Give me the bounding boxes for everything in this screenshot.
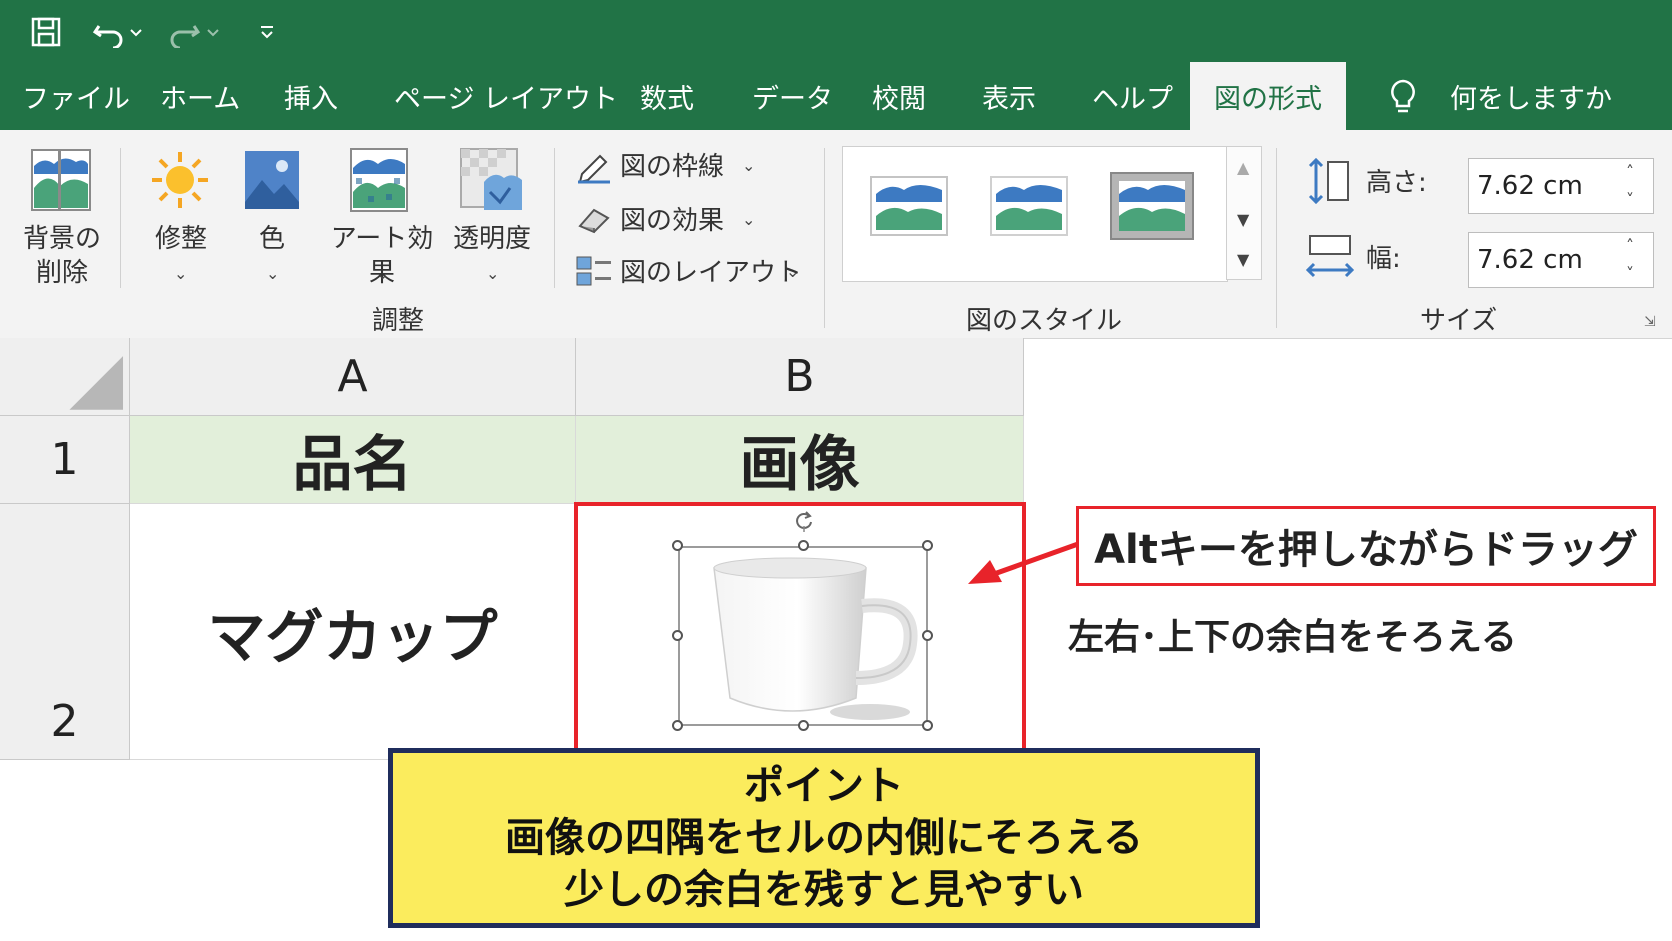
- corrections-label[interactable]: 修整: [140, 222, 222, 256]
- mug-image: [713, 557, 918, 720]
- point-title: ポイント: [744, 763, 904, 809]
- resize-handle[interactable]: [922, 540, 933, 551]
- customize-qat-icon[interactable]: [252, 10, 282, 54]
- ribbon-tab-bar: [0, 0, 1672, 130]
- resize-handle[interactable]: [798, 540, 809, 551]
- picture-layout-icon[interactable]: [576, 256, 612, 290]
- cell-b1[interactable]: 画像: [576, 416, 1024, 504]
- resize-handle[interactable]: [798, 720, 809, 731]
- chevron-down-icon[interactable]: ⌄: [266, 264, 279, 283]
- resize-handle[interactable]: [672, 630, 683, 641]
- tab-file[interactable]: ファイル: [22, 70, 130, 122]
- tab-review[interactable]: 校閲: [872, 70, 926, 122]
- gallery-up-icon[interactable]: ▲: [1237, 158, 1249, 177]
- remove-background-label-1: 背景の: [22, 224, 101, 254]
- height-icon: [1306, 157, 1352, 208]
- point-box: ポイント 画像の四隅をセルの内側にそろえる 少しの余白を残すと見やすい: [388, 748, 1260, 928]
- chevron-down-icon[interactable]: ⌄: [742, 210, 755, 229]
- select-all-corner[interactable]: [0, 338, 130, 416]
- width-label: 幅:: [1366, 244, 1401, 274]
- tab-data[interactable]: データ: [752, 70, 833, 122]
- gallery-down-icon[interactable]: ▼: [1237, 210, 1249, 229]
- style-preset-simple[interactable]: [870, 176, 948, 240]
- tab-page-layout[interactable]: ページ レイアウト: [394, 70, 618, 122]
- column-header-a[interactable]: A: [130, 338, 576, 416]
- undo-icon[interactable]: [88, 10, 148, 54]
- resize-handle[interactable]: [672, 540, 683, 551]
- pencil-border-icon[interactable]: [576, 150, 612, 188]
- separator: [554, 148, 555, 288]
- height-label: 高さ:: [1366, 168, 1427, 198]
- separator: [824, 148, 825, 328]
- style-preset-soft[interactable]: [990, 176, 1068, 240]
- tab-view[interactable]: 表示: [982, 70, 1036, 122]
- picture-layout-label[interactable]: 図のレイアウト: [620, 256, 802, 290]
- chevron-down-icon[interactable]: ⌄: [486, 264, 499, 283]
- redo-icon[interactable]: [165, 10, 225, 54]
- adjust-group-label: 調整: [372, 306, 425, 336]
- mug-picture[interactable]: [678, 546, 928, 726]
- drag-callout: Altキーを押しながらドラッグ: [1076, 506, 1656, 586]
- height-spinner-icon[interactable]: ˄ ˅: [1626, 158, 1634, 214]
- separator: [1276, 148, 1277, 328]
- tab-formulas[interactable]: 数式: [640, 70, 694, 122]
- point-line-1: 画像の四隅をセルの内側にそろえる: [505, 815, 1143, 861]
- rotate-handle-icon[interactable]: [794, 510, 814, 536]
- width-value: 7.62 cm: [1477, 245, 1583, 275]
- row-header-1[interactable]: 1: [0, 416, 130, 504]
- tell-me-search[interactable]: 何をしますか: [1450, 70, 1612, 122]
- remove-background-icon[interactable]: [30, 148, 92, 216]
- tab-insert[interactable]: 挿入: [284, 70, 338, 122]
- row-header-2[interactable]: 2: [0, 504, 130, 760]
- resize-handle[interactable]: [922, 630, 933, 641]
- tab-home[interactable]: ホーム: [160, 70, 240, 122]
- color-picture-icon[interactable]: [244, 150, 300, 214]
- corrections-sun-icon[interactable]: [150, 150, 210, 214]
- chevron-down-icon[interactable]: ⌄: [742, 156, 755, 175]
- color-label[interactable]: 色: [234, 222, 310, 256]
- style-preset-framed[interactable]: [1110, 172, 1194, 244]
- transparency-label[interactable]: 透明度: [448, 222, 536, 256]
- width-icon: [1305, 234, 1355, 284]
- resize-handle[interactable]: [672, 720, 683, 731]
- resize-handle[interactable]: [922, 720, 933, 731]
- gallery-more-icon[interactable]: ▼: [1237, 250, 1249, 269]
- tab-help[interactable]: ヘルプ: [1092, 70, 1173, 122]
- chevron-down-icon[interactable]: ⌄: [786, 262, 799, 281]
- tab-picture-format[interactable]: 図の形式: [1190, 62, 1346, 130]
- height-value: 7.62 cm: [1477, 171, 1583, 201]
- column-header-b[interactable]: B: [576, 338, 1024, 416]
- picture-border-label[interactable]: 図の枠線: [620, 150, 724, 184]
- chevron-down-icon[interactable]: ⌄: [174, 264, 187, 283]
- width-spinner-icon[interactable]: ˄ ˅: [1626, 232, 1634, 288]
- size-dialog-launcher-icon[interactable]: ⇲: [1644, 314, 1656, 330]
- picture-styles-group-label: 図のスタイル: [966, 306, 1123, 336]
- picture-effects-label[interactable]: 図の効果: [620, 204, 724, 238]
- size-group-label: サイズ: [1420, 306, 1498, 336]
- lightbulb-icon[interactable]: [1388, 78, 1418, 122]
- transparency-icon[interactable]: [460, 148, 524, 216]
- eraser-effects-icon[interactable]: [576, 204, 612, 238]
- cell-a2[interactable]: マグカップ: [130, 504, 576, 760]
- point-line-2: 少しの余白を残すと見やすい: [564, 867, 1084, 913]
- chevron-down-icon[interactable]: ⌄: [376, 264, 389, 283]
- margin-note: 左右･上下の余白をそろえる: [1068, 617, 1517, 658]
- cell-a1[interactable]: 品名: [130, 416, 576, 504]
- separator: [120, 148, 121, 288]
- callout-arrow-icon: [966, 538, 1080, 594]
- remove-background-label-2: 削除: [35, 258, 88, 288]
- save-icon[interactable]: [26, 10, 66, 54]
- art-effects-icon[interactable]: [350, 148, 408, 216]
